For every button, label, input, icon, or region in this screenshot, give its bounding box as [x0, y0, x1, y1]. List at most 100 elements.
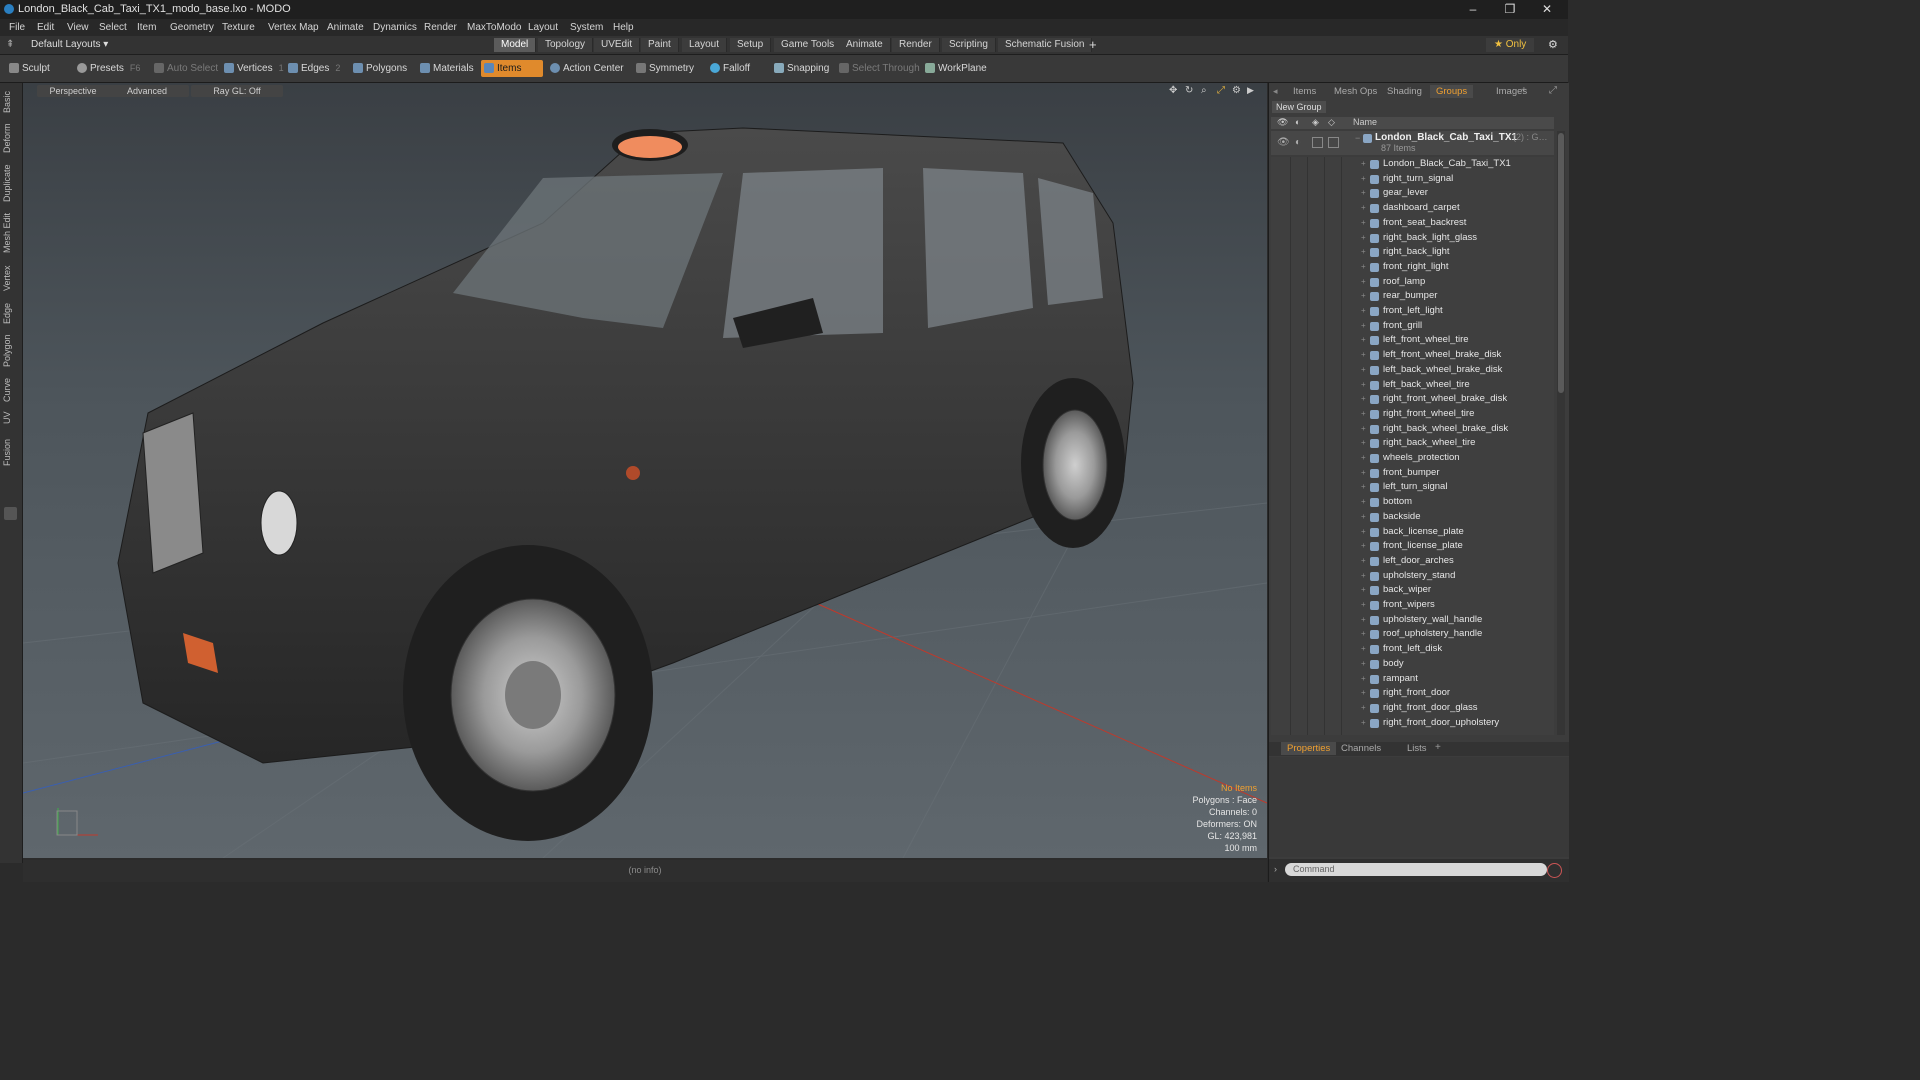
- group-select-checkbox[interactable]: [1328, 137, 1339, 148]
- move-view-icon[interactable]: ✥: [1169, 85, 1177, 96]
- group-item-row[interactable]: + right_front_wheel_tire: [1271, 407, 1554, 421]
- expand-icon[interactable]: +: [1361, 348, 1366, 362]
- group-item-row[interactable]: + London_Black_Cab_Taxi_TX1: [1271, 157, 1554, 171]
- menu-vertex-map[interactable]: Vertex Map: [268, 22, 319, 33]
- group-item-row[interactable]: + front_bumper: [1271, 466, 1554, 480]
- new-group-button[interactable]: New Group: [1272, 101, 1326, 113]
- group-item-row[interactable]: + left_front_wheel_tire: [1271, 333, 1554, 347]
- group-item-row[interactable]: + right_back_wheel_brake_disk: [1271, 422, 1554, 436]
- materials-button[interactable]: Materials: [417, 60, 480, 77]
- tab-mesh-ops[interactable]: Mesh Ops: [1328, 85, 1383, 98]
- group-item-row[interactable]: + rampant: [1271, 672, 1554, 686]
- menu-help[interactable]: Help: [613, 22, 634, 33]
- group-item-row[interactable]: + right_back_light: [1271, 245, 1554, 259]
- add-bottom-tab-icon[interactable]: +: [1435, 742, 1441, 753]
- polygons-button[interactable]: Polygons: [350, 60, 413, 77]
- workplane-button[interactable]: WorkPlane: [922, 60, 993, 77]
- tab-vertex[interactable]: Vertex: [2, 261, 20, 295]
- group-item-row[interactable]: + roof_upholstery_handle: [1271, 627, 1554, 641]
- tab-groups[interactable]: Groups: [1430, 85, 1474, 98]
- expand-icon[interactable]: +: [1361, 627, 1366, 641]
- expand-icon[interactable]: +: [1361, 554, 1366, 568]
- expand-icon[interactable]: +: [1361, 157, 1366, 171]
- expand-icon[interactable]: +: [1361, 701, 1366, 715]
- menu-dynamics[interactable]: Dynamics: [373, 22, 417, 33]
- group-item-row[interactable]: + upholstery_stand: [1271, 569, 1554, 583]
- menu-animate[interactable]: Animate: [327, 22, 364, 33]
- symmetry-button[interactable]: Symmetry: [633, 60, 700, 77]
- tab-mesh-edit[interactable]: Mesh Edit: [2, 211, 20, 255]
- viewport-settings-icon[interactable]: ⚙: [1232, 85, 1241, 96]
- group-item-row[interactable]: + back_license_plate: [1271, 525, 1554, 539]
- group-item-row[interactable]: + back_wiper: [1271, 583, 1554, 597]
- group-item-row[interactable]: + front_wipers: [1271, 598, 1554, 612]
- fit-view-icon[interactable]: ⤢: [1217, 85, 1225, 96]
- tab-polygon[interactable]: Polygon: [2, 331, 20, 371]
- name-column-header[interactable]: Name: [1353, 117, 1377, 127]
- tab-uv[interactable]: UV: [2, 409, 20, 427]
- scrollbar-thumb[interactable]: [1558, 133, 1564, 393]
- tab-fusion[interactable]: Fusion: [2, 435, 20, 469]
- list-scrollbar[interactable]: [1557, 131, 1565, 735]
- group-visibility-icon[interactable]: 👁: [1277, 137, 1290, 148]
- expand-icon[interactable]: +: [1361, 510, 1366, 524]
- select-through-button[interactable]: Select Through: [836, 60, 926, 77]
- menu-render[interactable]: Render: [424, 22, 457, 33]
- expand-icon[interactable]: +: [1361, 333, 1366, 347]
- group-item-row[interactable]: + bottom: [1271, 495, 1554, 509]
- tab-duplicate[interactable]: Duplicate: [2, 161, 20, 205]
- group-item-row[interactable]: + body: [1271, 657, 1554, 671]
- menu-layout[interactable]: Layout: [528, 22, 558, 33]
- tab-uvedit[interactable]: UVEdit: [594, 38, 641, 52]
- expand-icon[interactable]: +: [1361, 686, 1366, 700]
- 3d-viewport[interactable]: Perspective Advanced Ray GL: Off ✥ ↻ ⌕ ⤢…: [23, 83, 1267, 858]
- action-center-button[interactable]: Action Center: [547, 60, 630, 77]
- group-item-row[interactable]: + front_seat_backrest: [1271, 216, 1554, 230]
- add-panel-tab-icon[interactable]: +: [1521, 85, 1527, 96]
- restore-button[interactable]: ❐: [1495, 2, 1525, 17]
- expand-icon[interactable]: +: [1361, 436, 1366, 450]
- tab-shading[interactable]: Shading: [1381, 85, 1428, 98]
- only-toggle[interactable]: ★ Only: [1486, 38, 1535, 52]
- group-item-row[interactable]: + front_grill: [1271, 319, 1554, 333]
- group-item-row[interactable]: + left_back_wheel_brake_disk: [1271, 363, 1554, 377]
- tab-game-tools[interactable]: Game Tools: [774, 38, 843, 52]
- group-item-row[interactable]: + front_left_light: [1271, 304, 1554, 318]
- falloff-button[interactable]: Falloff: [707, 60, 756, 77]
- zoom-view-icon[interactable]: ⌕: [1201, 85, 1207, 96]
- expand-icon[interactable]: +: [1361, 466, 1366, 480]
- tab-items[interactable]: Items: [1287, 85, 1322, 98]
- raygl-button[interactable]: Ray GL: Off: [191, 85, 283, 97]
- group-render-icon[interactable]: ◐: [1295, 137, 1301, 148]
- group-item-row[interactable]: + dashboard_carpet: [1271, 201, 1554, 215]
- menu-maxtomodo[interactable]: MaxToModo: [467, 22, 521, 33]
- command-history-icon[interactable]: ›: [1274, 864, 1277, 874]
- expand-icon[interactable]: +: [1361, 319, 1366, 333]
- edges-button[interactable]: Edges 2: [285, 60, 346, 77]
- tab-scripting[interactable]: Scripting: [942, 38, 996, 52]
- group-item-row[interactable]: + front_right_light: [1271, 260, 1554, 274]
- menu-item[interactable]: Item: [137, 22, 156, 33]
- menu-file[interactable]: File: [9, 22, 25, 33]
- perspective-button[interactable]: Perspective: [37, 85, 109, 97]
- tab-deform[interactable]: Deform: [2, 121, 20, 155]
- expand-icon[interactable]: +: [1361, 186, 1366, 200]
- group-item-row[interactable]: + right_front_door_upholstery: [1271, 716, 1554, 730]
- group-item-row[interactable]: + right_turn_signal: [1271, 172, 1554, 186]
- group-collapse-icon[interactable]: −: [1355, 133, 1360, 143]
- gear-icon[interactable]: ⚙: [1548, 38, 1558, 51]
- expand-icon[interactable]: +: [1361, 525, 1366, 539]
- expand-icon[interactable]: +: [1361, 363, 1366, 377]
- viewport-expand-icon[interactable]: ▶: [1247, 85, 1254, 96]
- group-item-row[interactable]: + right_back_wheel_tire: [1271, 436, 1554, 450]
- tab-paint[interactable]: Paint: [641, 38, 679, 52]
- tab-channels[interactable]: Channels: [1335, 742, 1387, 755]
- expand-icon[interactable]: +: [1361, 422, 1366, 436]
- group-lock-checkbox[interactable]: [1312, 137, 1323, 148]
- group-item-row[interactable]: + gear_lever: [1271, 186, 1554, 200]
- expand-icon[interactable]: +: [1361, 657, 1366, 671]
- tab-model[interactable]: Model: [494, 38, 537, 52]
- group-item-row[interactable]: + backside: [1271, 510, 1554, 524]
- expand-icon[interactable]: +: [1361, 378, 1366, 392]
- command-input[interactable]: Command: [1285, 863, 1547, 876]
